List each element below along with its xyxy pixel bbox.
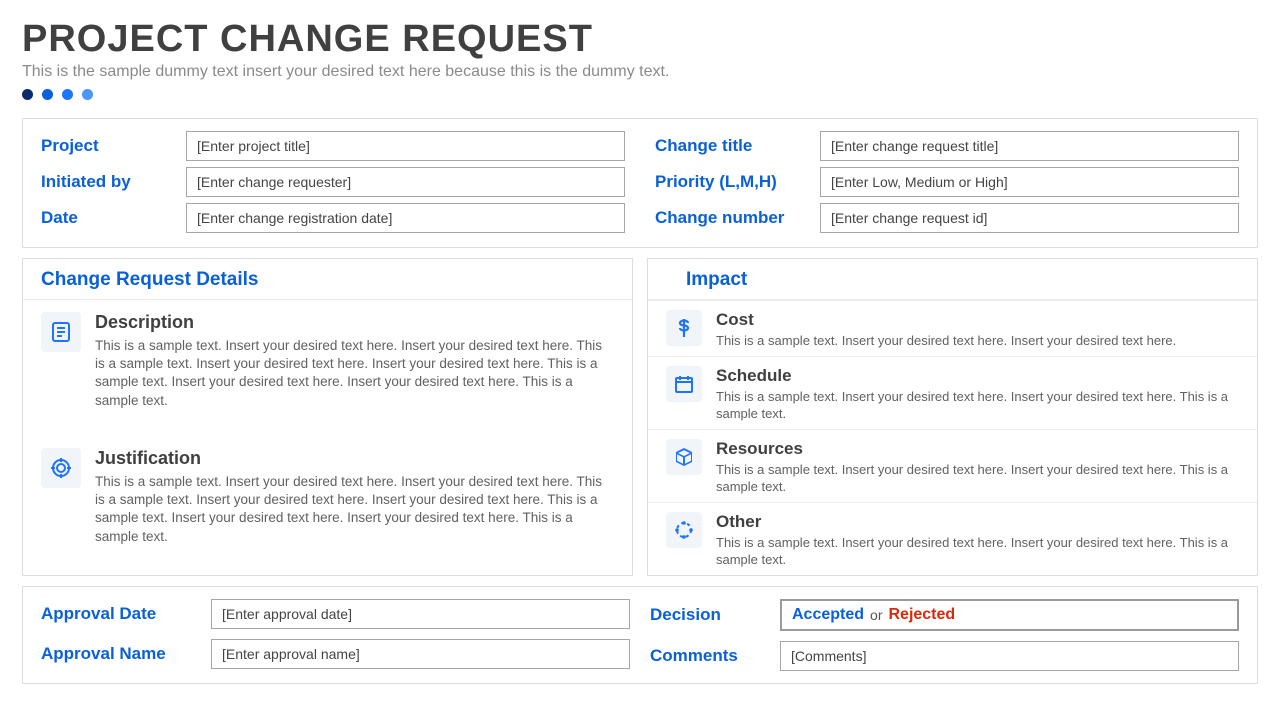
- description-block: Description This is a sample text. Inser…: [23, 300, 632, 418]
- approval-card: Approval Date [Enter approval date] Appr…: [22, 586, 1258, 684]
- box-icon: [666, 439, 702, 475]
- initiated-by-field[interactable]: [Enter change requester]: [186, 167, 625, 197]
- resources-title: Resources: [716, 439, 1239, 459]
- page-subtitle: This is the sample dummy text insert you…: [22, 63, 1258, 81]
- date-label: Date: [41, 208, 186, 228]
- justification-body: This is a sample text. Insert your desir…: [95, 473, 614, 546]
- schedule-title: Schedule: [716, 366, 1239, 386]
- priority-label: Priority (L,M,H): [655, 172, 820, 192]
- decision-label: Decision: [650, 605, 780, 625]
- nodes-icon: [666, 512, 702, 548]
- change-number-label: Change number: [655, 208, 820, 228]
- accepted-text: Accepted: [792, 606, 864, 624]
- approval-name-label: Approval Name: [41, 644, 211, 664]
- target-icon: [41, 448, 81, 488]
- initiated-by-label: Initiated by: [41, 172, 186, 192]
- impact-card: Impact Cost This is a sample text. Inser…: [647, 258, 1258, 576]
- approval-right: Decision Accepted or Rejected Comments […: [650, 599, 1239, 671]
- cost-block: Cost This is a sample text. Insert your …: [648, 300, 1257, 356]
- project-info-right: Change title [Enter change request title…: [655, 131, 1239, 233]
- priority-field[interactable]: [Enter Low, Medium or High]: [820, 167, 1239, 197]
- resources-body: This is a sample text. Insert your desir…: [716, 461, 1239, 496]
- calendar-icon: [666, 366, 702, 402]
- other-block: Other This is a sample text. Insert your…: [648, 502, 1257, 575]
- or-text: or: [870, 607, 882, 623]
- dollar-icon: [666, 310, 702, 346]
- schedule-block: Schedule This is a sample text. Insert y…: [648, 356, 1257, 429]
- approval-date-field[interactable]: [Enter approval date]: [211, 599, 630, 629]
- description-body: This is a sample text. Insert your desir…: [95, 337, 614, 410]
- justification-title: Justification: [95, 448, 614, 469]
- approval-name-field[interactable]: [Enter approval name]: [211, 639, 630, 669]
- other-title: Other: [716, 512, 1239, 532]
- project-field[interactable]: [Enter project title]: [186, 131, 625, 161]
- project-label: Project: [41, 136, 186, 156]
- change-title-label: Change title: [655, 136, 820, 156]
- impact-title: Impact: [648, 259, 1257, 300]
- list-icon: [41, 312, 81, 352]
- cost-body: This is a sample text. Insert your desir…: [716, 332, 1176, 350]
- description-title: Description: [95, 312, 614, 333]
- change-number-field[interactable]: [Enter change request id]: [820, 203, 1239, 233]
- comments-field[interactable]: [Comments]: [780, 641, 1239, 671]
- details-card: Change Request Details Description This …: [22, 258, 633, 576]
- date-field[interactable]: [Enter change registration date]: [186, 203, 625, 233]
- details-title: Change Request Details: [23, 259, 632, 300]
- change-title-field[interactable]: [Enter change request title]: [820, 131, 1239, 161]
- project-info-card: Project [Enter project title] Initiated …: [22, 118, 1258, 248]
- approval-left: Approval Date [Enter approval date] Appr…: [41, 599, 630, 671]
- resources-block: Resources This is a sample text. Insert …: [648, 429, 1257, 502]
- page-title: PROJECT CHANGE REQUEST: [22, 18, 1258, 61]
- page-header: PROJECT CHANGE REQUEST This is the sampl…: [22, 18, 1258, 100]
- approval-date-label: Approval Date: [41, 604, 211, 624]
- schedule-body: This is a sample text. Insert your desir…: [716, 388, 1239, 423]
- other-body: This is a sample text. Insert your desir…: [716, 534, 1239, 569]
- cost-title: Cost: [716, 310, 1176, 330]
- comments-label: Comments: [650, 646, 780, 666]
- justification-block: Justification This is a sample text. Ins…: [23, 436, 632, 554]
- decorative-dots: [22, 89, 1258, 100]
- project-info-left: Project [Enter project title] Initiated …: [41, 131, 625, 233]
- rejected-text: Rejected: [888, 606, 955, 624]
- decision-field[interactable]: Accepted or Rejected: [780, 599, 1239, 631]
